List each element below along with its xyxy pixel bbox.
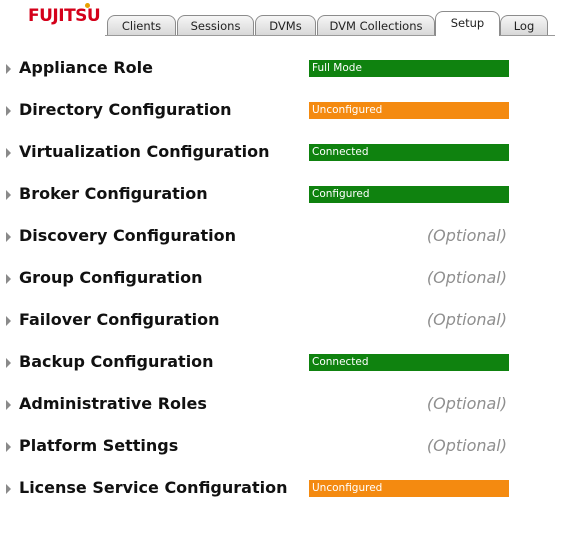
expand-arrow-icon[interactable] [6,400,11,410]
setup-section-row[interactable]: Administrative Roles (Optional) [0,393,577,417]
tab-setup[interactable]: Setup [435,11,500,36]
expand-arrow-icon[interactable] [6,484,11,494]
setup-section-row[interactable]: Platform Settings (Optional) [0,435,577,459]
expand-arrow-icon[interactable] [6,190,11,200]
setup-section-row[interactable]: License Service Configuration Unconfigure… [0,477,577,501]
setup-section-row[interactable]: Backup Configuration Connected [0,351,577,375]
optional-label: (Optional) [426,394,507,413]
optional-label: (Optional) [426,436,507,455]
fujitsu-logo[interactable]: FUJITSU [28,3,101,26]
expand-arrow-icon[interactable] [6,106,11,116]
tab-dvm-collections[interactable]: DVM Collections [317,15,435,35]
tab-clients[interactable]: Clients [107,15,176,35]
header: FUJITSU Clients Sessions DVMs DVM Collec… [0,0,577,36]
tab-sessions[interactable]: Sessions [177,15,254,35]
status-badge: Connected [309,144,509,161]
setup-section-row[interactable]: Broker Configuration Configured [0,183,577,207]
status-badge: Unconfigured [309,102,509,119]
expand-arrow-icon[interactable] [6,274,11,284]
section-title[interactable]: License Service Configuration [19,477,287,499]
tab-dvms[interactable]: DVMs [255,15,316,35]
setup-section-row[interactable]: Directory Configuration Unconfigured [0,99,577,123]
section-title[interactable]: Failover Configuration [19,309,220,331]
setup-section-row[interactable]: Failover Configuration (Optional) [0,309,577,333]
optional-label: (Optional) [426,310,507,329]
logo-dot-icon [85,3,90,8]
status-badge: Full Mode [309,60,509,77]
expand-arrow-icon[interactable] [6,442,11,452]
logo-text: FUJITSU [28,6,101,26]
section-title[interactable]: Administrative Roles [19,393,207,415]
tab-log[interactable]: Log [500,15,548,35]
section-title[interactable]: Directory Configuration [19,99,232,121]
section-title[interactable]: Virtualization Configuration [19,141,270,163]
expand-arrow-icon[interactable] [6,358,11,368]
section-title[interactable]: Backup Configuration [19,351,214,373]
expand-arrow-icon[interactable] [6,316,11,326]
status-badge: Connected [309,354,509,371]
section-title[interactable]: Group Configuration [19,267,202,289]
expand-arrow-icon[interactable] [6,232,11,242]
section-title[interactable]: Discovery Configuration [19,225,236,247]
optional-label: (Optional) [426,226,507,245]
optional-label: (Optional) [426,268,507,287]
setup-section-row[interactable]: Appliance Role Full Mode [0,57,577,81]
section-title[interactable]: Broker Configuration [19,183,208,205]
expand-arrow-icon[interactable] [6,148,11,158]
expand-arrow-icon[interactable] [6,64,11,74]
setup-section-row[interactable]: Group Configuration (Optional) [0,267,577,291]
setup-section-row[interactable]: Discovery Configuration (Optional) [0,225,577,249]
status-badge: Configured [309,186,509,203]
section-title[interactable]: Appliance Role [19,57,153,79]
status-badge: Unconfigured [309,480,509,497]
setup-section-row[interactable]: Virtualization Configuration Connected [0,141,577,165]
section-title[interactable]: Platform Settings [19,435,178,457]
